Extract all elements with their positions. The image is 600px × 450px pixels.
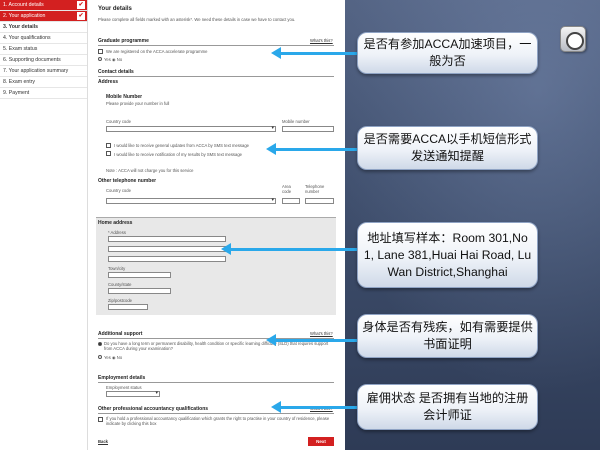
county-state-input[interactable] (108, 288, 171, 294)
telephone-label: Telephone number (305, 184, 325, 194)
next-button[interactable]: Next (308, 437, 334, 446)
sms-results-label: I would like to receive notification of … (114, 152, 243, 157)
address-line-2-input[interactable] (108, 246, 226, 252)
sms-note: Note : ACCA will not charge you for this… (106, 168, 194, 173)
arrow-to-graduate (271, 47, 360, 59)
step-navigation: 1. Account details ✔ 2. Your application ✔… (0, 0, 88, 450)
address-label: Address (98, 79, 119, 85)
sms-updates-label: I would like to receive general updates … (114, 143, 249, 148)
callout-employment: 雇佣状态 是否拥有当地的注册会计师证 (357, 384, 538, 430)
mobile-hint: Please provide your number in full (106, 101, 170, 106)
sms-updates-checkbox[interactable] (106, 143, 111, 148)
other-country-code-label: Country code (106, 188, 131, 193)
nav-step-payment[interactable]: 9. Payment (0, 88, 87, 99)
nav-step-exam-status[interactable]: 5. Exam status (0, 44, 87, 55)
nav-step-exam-entry[interactable]: 8. Exam entry (0, 77, 87, 88)
contact-details-title: Contact details (98, 69, 134, 75)
town-city-input[interactable] (108, 272, 171, 278)
town-city-label: Town/city (108, 266, 126, 271)
graduate-option-label: We are registered on the ACCA accelerate… (106, 49, 208, 54)
nav-step-your-qualifications[interactable]: 4. Your qualifications (0, 33, 87, 44)
nav-step-account-details[interactable]: 1. Account details ✔ (0, 0, 87, 11)
mobile-number-input[interactable] (282, 126, 334, 132)
mobile-number-label: Mobile number (282, 119, 310, 124)
sms-results-checkbox[interactable] (106, 151, 111, 156)
address-line-3-input[interactable] (108, 256, 226, 262)
nav-step-your-details[interactable]: 3. Your details (0, 22, 87, 33)
nav-step-your-application[interactable]: 2. Your application ✔ (0, 11, 87, 22)
home-address-title: Home address (98, 220, 133, 226)
application-form-screenshot: 1. Account details ✔ 2. Your application ✔… (0, 0, 345, 450)
area-code-label: Area code (282, 184, 292, 194)
callout-support: 身体是否有残疾，如有需要提供书面证明 (357, 314, 538, 358)
zip-postcode-input[interactable] (108, 304, 148, 310)
mobile-number-title: Mobile Number (106, 94, 143, 100)
arrow-to-employment (271, 401, 360, 413)
telephone-input[interactable] (305, 198, 334, 204)
check-icon: ✔ (77, 12, 85, 20)
intro-text: Please complete all fields marked with a… (98, 17, 296, 22)
home-address-section: Home address * Address Town/city County/… (96, 217, 336, 315)
arrow-to-address (221, 243, 360, 255)
zip-postcode-label: Zip/postcode (108, 298, 132, 303)
area-code-input[interactable] (282, 198, 300, 204)
address-line-1-input[interactable] (108, 236, 226, 242)
graduate-yes-radio[interactable] (98, 57, 102, 61)
callout-address: 地址填写样本：Room 301,No 1, Lane 381,Huai Hai … (357, 222, 538, 288)
callout-graduate: 是否有参加ACCA加速项目，一般为否 (357, 32, 538, 74)
graduate-programme-title: Graduate programme (98, 38, 149, 44)
page-title: Your details (98, 6, 132, 12)
arrow-to-support (266, 334, 360, 346)
nav-step-application-summary[interactable]: 7. Your application summary (0, 66, 87, 77)
address-field-label: * Address (108, 230, 126, 235)
graduate-yes-no-label: Yes ◉ No (104, 57, 123, 62)
other-telephone-title: Other telephone number (98, 178, 157, 184)
clock-icon (560, 26, 586, 52)
whats-this-link[interactable]: What's this? (310, 38, 333, 43)
callout-sms: 是否需要ACCA以手机短信形式发送通知提醒 (357, 126, 538, 170)
nav-step-supporting-documents[interactable]: 6. Supporting documents (0, 55, 87, 66)
other-country-code-select[interactable] (106, 197, 276, 204)
county-state-label: County/state (108, 282, 132, 287)
country-code-select[interactable] (106, 125, 276, 132)
graduate-checkbox[interactable] (98, 49, 103, 54)
country-code-label: Country code (106, 119, 131, 124)
arrow-to-sms (266, 143, 360, 155)
check-icon: ✔ (77, 1, 85, 9)
